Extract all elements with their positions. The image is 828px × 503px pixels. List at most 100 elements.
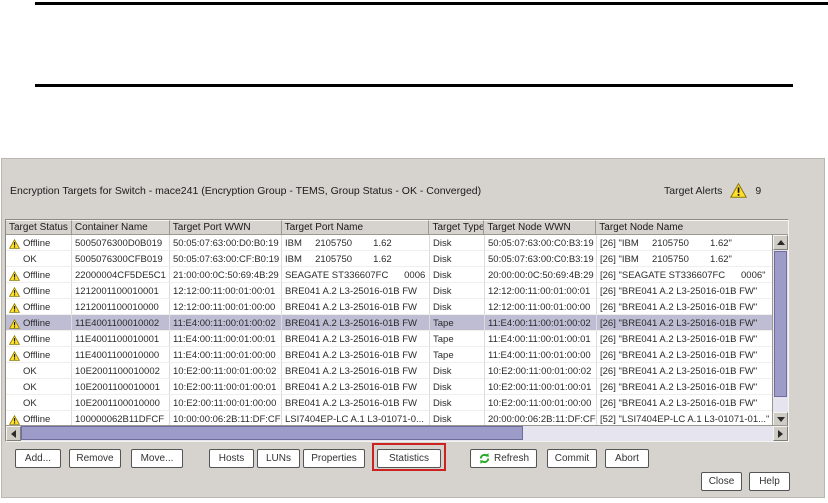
target-node-wwn-cell: 50:05:07:63:00:C0:B3:19 [485, 251, 597, 267]
status-label: Offline [23, 270, 50, 281]
dialog-title: Encryption Targets for Switch - mace241 … [10, 185, 481, 197]
status-label: Offline [23, 238, 50, 249]
status-label: Offline [23, 318, 50, 329]
target-port-name-cell: IBM 2105750 1.62 [282, 251, 430, 267]
target-node-wwn-cell: 11:E4:00:11:00:01:00:00 [485, 347, 597, 363]
commit-button[interactable]: Commit [547, 449, 597, 468]
move-button[interactable]: Move... [131, 449, 183, 468]
table-row[interactable]: Offline 5005076300D0B019 50:05:07:63:00:… [6, 235, 788, 251]
target-port-wwn-cell: 50:05:07:63:00:CF:B0:19 [170, 251, 282, 267]
column-header-target-port-name[interactable]: Target Port Name [282, 220, 430, 235]
up-arrow-icon [777, 240, 785, 245]
table-row[interactable]: Offline 22000004CF5DE5C1 21:00:00:0C:50:… [6, 267, 788, 283]
target-node-name-cell: [26] "BRE041 A.2 L3-25016-01B FW" [597, 363, 773, 379]
header-corner [772, 220, 788, 235]
target-port-wwn-cell: 10:E2:00:11:00:01:00:01 [170, 379, 282, 395]
table-row[interactable]: OK 10E2001100010000 10:E2:00:11:00:01:00… [6, 395, 788, 411]
scroll-up-button[interactable] [773, 235, 788, 250]
horizontal-scroll-track[interactable] [523, 426, 773, 441]
status-label: OK [23, 382, 37, 393]
close-button[interactable]: Close [701, 472, 742, 491]
container-name-cell: 10E2001100010000 [72, 395, 170, 411]
target-status-cell: OK [6, 363, 72, 379]
status-label: Offline [23, 350, 50, 361]
table-row[interactable]: OK 10E2001100010002 10:E2:00:11:00:01:00… [6, 363, 788, 379]
target-port-name-cell: SEAGATE ST336607FC 0006 [282, 267, 430, 283]
status-label: Offline [23, 286, 50, 297]
scroll-right-button[interactable] [773, 426, 788, 441]
target-node-wwn-cell: 10:E2:00:11:00:01:00:02 [485, 363, 597, 379]
document-page: Encryption Targets for Switch - mace241 … [0, 0, 828, 503]
column-header-target-port-wwn[interactable]: Target Port WWN [170, 220, 282, 235]
target-node-name-cell: [26] "BRE041 A.2 L3-25016-01B FW" [597, 299, 773, 315]
container-name-cell: 11E4001100010002 [72, 315, 170, 331]
horizontal-scroll-thumb[interactable] [21, 426, 523, 440]
status-warning-icon [9, 287, 20, 297]
target-node-wwn-cell: 20:00:00:0C:50:69:4B:29 [485, 267, 597, 283]
vertical-scroll-thumb[interactable] [774, 251, 787, 397]
target-status-cell: Offline [6, 331, 72, 347]
target-port-wwn-cell: 21:00:00:0C:50:69:4B:29 [170, 267, 282, 283]
target-node-wwn-cell: 12:12:00:11:00:01:00:01 [485, 283, 597, 299]
horizontal-scrollbar[interactable] [6, 425, 788, 441]
status-label: Offline [23, 414, 50, 425]
vertical-scrollbar[interactable] [772, 235, 788, 427]
column-header-target-node-wwn[interactable]: Target Node WWN [484, 220, 596, 235]
table-row[interactable]: OK 5005076300CFB019 50:05:07:63:00:CF:B0… [6, 251, 788, 267]
target-type-cell: Disk [430, 251, 485, 267]
target-port-wwn-cell: 50:05:07:63:00:D0:B0:19 [170, 235, 282, 251]
column-header-target-node-name[interactable]: Target Node Name [596, 220, 772, 235]
target-type-cell: Disk [430, 379, 485, 395]
target-port-wwn-cell: 10:E2:00:11:00:01:00:00 [170, 395, 282, 411]
target-port-wwn-cell: 11:E4:00:11:00:01:00:00 [170, 347, 282, 363]
hosts-button[interactable]: Hosts [209, 449, 254, 468]
properties-button[interactable]: Properties [303, 449, 365, 468]
table-row[interactable]: Offline 11E4001100010002 11:E4:00:11:00:… [6, 315, 788, 331]
target-type-cell: Tape [430, 347, 485, 363]
target-alerts-label: Target Alerts [664, 185, 722, 197]
target-node-name-cell: [26] "IBM 2105750 1.62" [597, 251, 773, 267]
abort-button[interactable]: Abort [605, 449, 649, 468]
target-port-name-cell: BRE041 A.2 L3-25016-01B FW [282, 379, 430, 395]
luns-button[interactable]: LUNs [257, 449, 300, 468]
target-type-cell: Tape [430, 315, 485, 331]
table-row[interactable]: Offline 11E4001100010001 11:E4:00:11:00:… [6, 331, 788, 347]
add-button[interactable]: Add... [15, 449, 61, 468]
target-port-name-cell: BRE041 A.2 L3-25016-01B FW [282, 347, 430, 363]
statistics-annotation-box [372, 443, 446, 471]
top-rule [35, 2, 828, 5]
table-row[interactable]: Offline 1212001100010000 12:12:00:11:00:… [6, 299, 788, 315]
target-port-wwn-cell: 12:12:00:11:00:01:00:00 [170, 299, 282, 315]
container-name-cell: 5005076300CFB019 [72, 251, 170, 267]
target-status-cell: Offline [6, 267, 72, 283]
refresh-icon [478, 452, 491, 465]
scroll-left-button[interactable] [6, 426, 21, 441]
help-button[interactable]: Help [749, 472, 790, 491]
target-port-name-cell: BRE041 A.2 L3-25016-01B FW [282, 331, 430, 347]
target-node-wwn-cell: 12:12:00:11:00:01:00:00 [485, 299, 597, 315]
table-row[interactable]: Offline 1212001100010001 12:12:00:11:00:… [6, 283, 788, 299]
table-row[interactable]: Offline 11E4001100010000 11:E4:00:11:00:… [6, 347, 788, 363]
target-type-cell: Disk [430, 299, 485, 315]
status-warning-icon [9, 303, 20, 313]
status-label: Offline [23, 302, 50, 313]
column-header-target-type[interactable]: Target Type [429, 220, 484, 235]
encryption-targets-table: Target Status Container Name Target Port… [5, 219, 789, 442]
container-name-cell: 10E2001100010001 [72, 379, 170, 395]
target-node-wwn-cell: 50:05:07:63:00:C0:B3:19 [485, 235, 597, 251]
target-type-cell: Disk [430, 395, 485, 411]
remove-button[interactable]: Remove [69, 449, 121, 468]
status-label: Offline [23, 334, 50, 345]
status-label: OK [23, 254, 37, 265]
table-row[interactable]: OK 10E2001100010001 10:E2:00:11:00:01:00… [6, 379, 788, 395]
refresh-label: Refresh [494, 453, 529, 464]
target-type-cell: Disk [430, 235, 485, 251]
status-warning-icon [9, 239, 20, 249]
column-header-target-status[interactable]: Target Status [6, 220, 72, 235]
status-warning-icon [9, 319, 20, 329]
container-name-cell: 10E2001100010002 [72, 363, 170, 379]
container-name-cell: 5005076300D0B019 [72, 235, 170, 251]
target-node-wwn-cell: 11:E4:00:11:00:01:00:02 [485, 315, 597, 331]
refresh-button[interactable]: Refresh [470, 449, 537, 468]
column-header-container-name[interactable]: Container Name [72, 220, 170, 235]
